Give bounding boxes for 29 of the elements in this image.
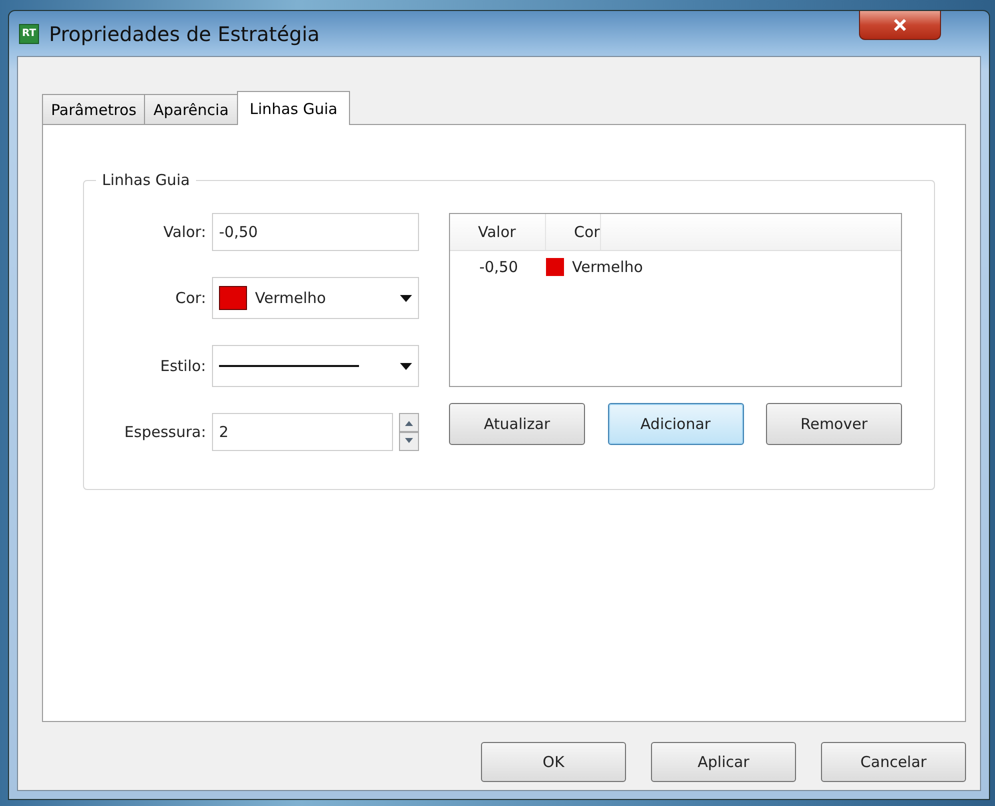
field-label: Cor: xyxy=(174,289,206,307)
close-icon xyxy=(893,18,907,32)
thickness-field[interactable]: 2 xyxy=(212,413,393,451)
column-header[interactable]: Valor xyxy=(450,214,546,250)
column-header[interactable]: Cor xyxy=(546,214,601,250)
tab[interactable]: Aparência xyxy=(144,94,238,124)
app-logo: RT xyxy=(19,24,39,44)
dialog-button[interactable]: OK xyxy=(481,742,626,782)
spinner-icon[interactable] xyxy=(399,413,419,451)
action-button[interactable]: Adicionar xyxy=(608,403,744,445)
action-button[interactable]: Remover xyxy=(766,403,902,445)
list-cell-text: -0,50 xyxy=(478,258,519,276)
close-button[interactable] xyxy=(859,11,941,40)
dropdown-caret-icon xyxy=(400,362,412,370)
dialog-button[interactable]: Cancelar xyxy=(821,742,966,782)
tab[interactable]: Linhas Guia xyxy=(236,91,350,125)
field-label: Estilo: xyxy=(159,357,206,375)
list-cell: Vermelho xyxy=(572,258,643,276)
window-title: Propriedades de Estratégia xyxy=(49,22,320,46)
dropdown-caret-icon xyxy=(400,294,412,302)
field-label: Espessura: xyxy=(123,423,206,441)
solid-line-icon xyxy=(219,365,359,367)
dialog-button[interactable]: Aplicar xyxy=(651,742,796,782)
line-style-dropdown[interactable] xyxy=(212,345,419,387)
tab[interactable]: Parâmetros xyxy=(42,94,146,124)
color-dropdown[interactable]: Vermelho xyxy=(212,277,419,319)
value-field[interactable]: -0,50 xyxy=(212,213,419,251)
action-button[interactable]: Atualizar xyxy=(449,403,585,445)
field-label: Valor: xyxy=(162,223,206,241)
